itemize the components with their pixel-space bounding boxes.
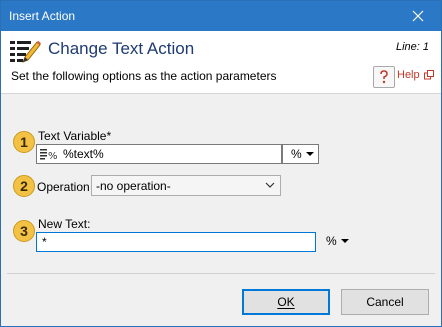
cancel-button[interactable]: Cancel xyxy=(341,289,429,315)
variable-icon: % xyxy=(40,149,58,161)
new-text-input[interactable]: * xyxy=(36,232,316,252)
footer-divider xyxy=(7,273,435,274)
operation-selected-value: -no operation- xyxy=(96,179,171,193)
step-badge-2: 2 xyxy=(13,175,35,197)
popout-icon[interactable] xyxy=(424,70,434,80)
step-badge-1: 1 xyxy=(13,131,35,153)
insert-action-dialog: Insert Action Change Text Action Line: 1… xyxy=(0,0,442,327)
dropdown-arrow-icon xyxy=(340,239,349,243)
action-header: Change Text Action Line: 1 Set the follo… xyxy=(1,31,441,94)
text-variable-label: Text Variable* xyxy=(38,129,112,143)
title-bar: Insert Action xyxy=(1,1,441,31)
help-link[interactable]: Help xyxy=(397,69,420,81)
help-button[interactable] xyxy=(373,66,395,88)
close-button[interactable] xyxy=(395,1,441,31)
operation-select[interactable]: -no operation- xyxy=(91,175,281,196)
operation-label: Operation xyxy=(37,180,90,194)
svg-text:%: % xyxy=(48,151,58,161)
percent-label: % xyxy=(291,147,302,161)
chevron-down-icon xyxy=(265,182,275,188)
line-number-label: Line: 1 xyxy=(395,41,429,53)
percent-label: % xyxy=(326,234,337,248)
window-title: Insert Action xyxy=(9,9,76,23)
action-title: Change Text Action xyxy=(48,39,195,58)
new-text-variables-button[interactable]: % xyxy=(326,234,349,248)
step-badge-3: 3 xyxy=(13,220,35,242)
ok-label: OK xyxy=(277,295,295,309)
text-variable-variables-button[interactable]: % xyxy=(282,144,319,164)
new-text-label: New Text: xyxy=(38,217,91,231)
action-edit-icon xyxy=(10,41,41,63)
dropdown-arrow-icon xyxy=(305,152,314,156)
text-variable-value: %text% xyxy=(63,147,104,161)
cancel-label: Cancel xyxy=(366,295,404,309)
close-icon xyxy=(412,10,424,22)
text-variable-input[interactable]: % %text% xyxy=(36,144,282,164)
ok-button[interactable]: OK xyxy=(242,289,330,315)
new-text-value: * xyxy=(42,235,47,249)
help-icon xyxy=(380,70,388,84)
header-subtitle: Set the following options as the action … xyxy=(11,69,277,83)
